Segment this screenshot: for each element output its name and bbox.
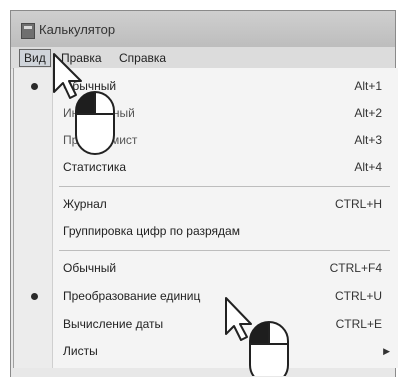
menu-item-label: Группировка цифр по разрядам: [63, 224, 240, 238]
menu-separator: [59, 250, 390, 251]
menu-item-shortcut: CTRL+F4: [329, 261, 382, 275]
menu-item-shortcut: CTRL+U: [334, 289, 382, 303]
menu-item-shortcut: CTRL+H: [334, 197, 382, 211]
window-title: Калькулятор: [39, 22, 116, 37]
menu-item-label: Вычисление даты: [63, 317, 164, 331]
menu-item-label: Обычный: [63, 261, 117, 275]
mouse-left-click-icon: [249, 321, 289, 376]
menu-item-shortcut: CTRL+E: [335, 317, 382, 331]
radio-bullet-icon: [31, 293, 38, 300]
menu-item-date-calculation[interactable]: Вычисление даты CTRL+E: [14, 312, 398, 338]
menu-item-history[interactable]: Журнал CTRL+H: [14, 192, 398, 218]
menu-item-label: Листы: [63, 344, 98, 358]
menu-view[interactable]: Вид: [19, 49, 51, 67]
menu-item-shortcut: Alt+4: [354, 160, 382, 174]
submenu-arrow-icon: ▶: [383, 346, 390, 356]
mouse-left-click-icon: [75, 91, 115, 155]
radio-bullet-icon: [31, 83, 38, 90]
menu-item-label: Журнал: [63, 197, 107, 211]
menu-item-worksheets[interactable]: Листы ▶: [14, 339, 398, 365]
menu-item-digit-grouping[interactable]: Группировка цифр по разрядам: [14, 219, 398, 245]
menu-item-basic[interactable]: Обычный CTRL+F4: [14, 256, 398, 282]
menu-item-label: Статистика: [63, 160, 127, 174]
title-bar: Калькулятор: [11, 11, 395, 47]
menu-item-shortcut: Alt+3: [354, 133, 382, 147]
menu-item-label: Преобразование единиц: [63, 289, 201, 303]
menu-item-shortcut: Alt+1: [354, 79, 382, 93]
menu-item-unit-conversion[interactable]: Преобразование единиц CTRL+U: [14, 284, 398, 310]
menu-item-shortcut: Alt+2: [354, 106, 382, 120]
menu-separator: [59, 186, 390, 187]
menu-item-statistics[interactable]: Статистика Alt+4: [14, 155, 398, 181]
calculator-icon: [21, 23, 35, 39]
